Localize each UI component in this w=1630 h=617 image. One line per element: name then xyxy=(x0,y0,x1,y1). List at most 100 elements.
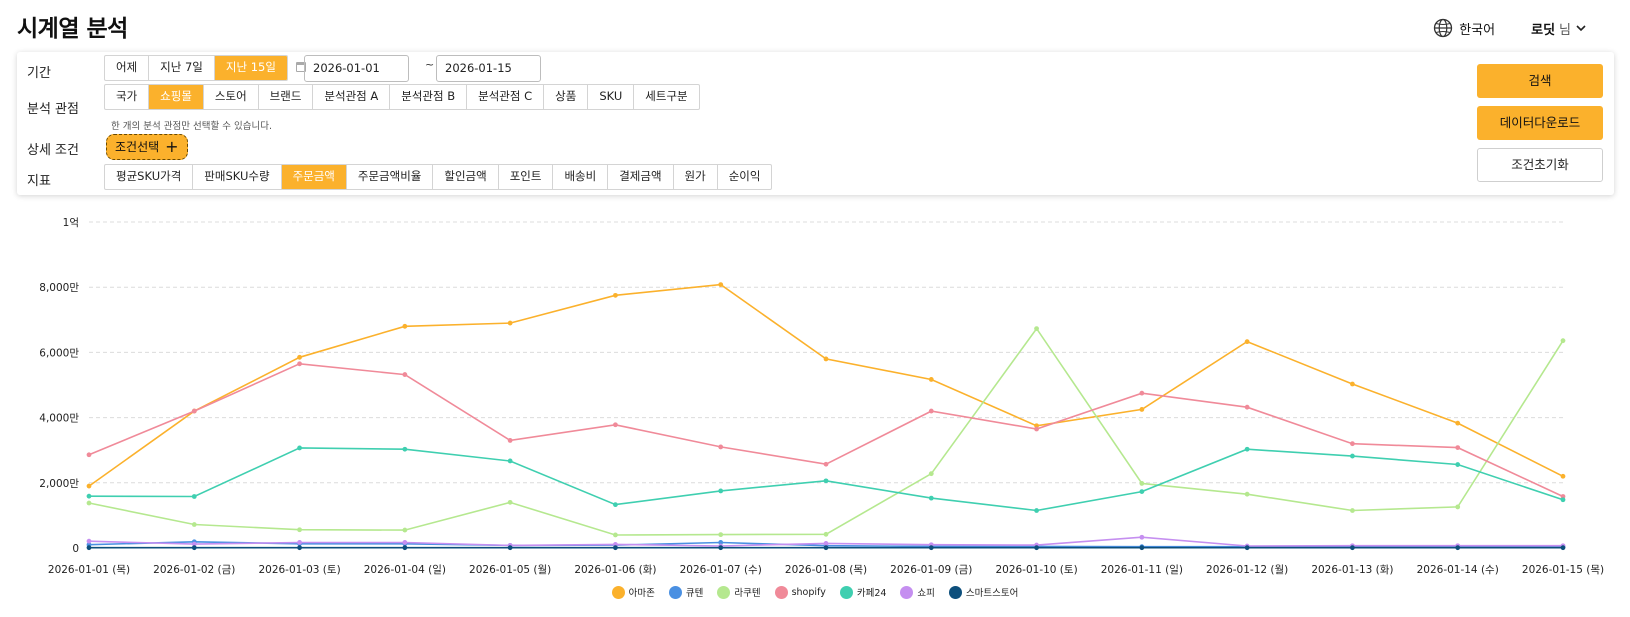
metric-option-discount[interactable]: 할인금액 xyxy=(433,165,499,189)
perspective-option-store[interactable]: 스토어 xyxy=(204,85,259,109)
perspective-option-country[interactable]: 국가 xyxy=(105,85,150,109)
data-point[interactable] xyxy=(823,461,829,467)
data-point[interactable] xyxy=(613,545,618,551)
data-point[interactable] xyxy=(928,545,934,551)
data-point[interactable] xyxy=(1244,545,1250,551)
data-point[interactable] xyxy=(1350,545,1355,551)
period-option-7days[interactable]: 지난 7일 xyxy=(149,56,215,80)
metric-option-order-ratio[interactable]: 주문금액비율 xyxy=(347,165,434,189)
data-point[interactable] xyxy=(1455,462,1461,467)
data-point[interactable] xyxy=(1455,504,1461,510)
perspective-option-a[interactable]: 분석관점 A xyxy=(313,85,391,109)
data-point[interactable] xyxy=(297,354,302,360)
data-point[interactable] xyxy=(297,361,302,367)
data-point[interactable] xyxy=(613,532,618,538)
data-point[interactable] xyxy=(402,446,408,452)
perspective-option-mall[interactable]: 쇼핑몰 xyxy=(149,85,204,109)
metric-option-profit[interactable]: 순이익 xyxy=(718,165,772,189)
data-point[interactable] xyxy=(297,527,302,533)
perspective-option-c[interactable]: 분석관점 C xyxy=(467,85,545,109)
data-point[interactable] xyxy=(928,471,934,477)
legend-item[interactable]: 스마트스토어 xyxy=(948,585,1018,599)
perspective-option-sku[interactable]: SKU xyxy=(588,85,635,109)
legend-item[interactable]: 라쿠텐 xyxy=(717,585,761,599)
data-point[interactable] xyxy=(718,282,724,287)
metric-option-order-amount[interactable]: 주문금액 xyxy=(281,165,347,189)
data-point[interactable] xyxy=(1244,491,1250,497)
metric-option-cost[interactable]: 원가 xyxy=(674,165,718,189)
data-point[interactable] xyxy=(86,538,92,544)
language-selector[interactable]: 한국어 xyxy=(1433,18,1495,38)
data-point[interactable] xyxy=(86,483,92,489)
perspective-option-b[interactable]: 분석관점 B xyxy=(390,85,468,109)
legend-item[interactable]: 카페24 xyxy=(839,585,886,599)
data-point[interactable] xyxy=(402,545,408,551)
data-point[interactable] xyxy=(507,499,513,505)
data-point[interactable] xyxy=(718,488,724,494)
search-button[interactable]: 검색 xyxy=(1477,64,1603,98)
data-point[interactable] xyxy=(823,541,829,546)
data-point[interactable] xyxy=(191,522,197,527)
data-point[interactable] xyxy=(297,445,302,451)
data-point[interactable] xyxy=(1560,497,1566,503)
data-point[interactable] xyxy=(823,545,829,551)
data-point[interactable] xyxy=(86,452,92,458)
data-point[interactable] xyxy=(297,545,302,551)
end-date-input[interactable]: 2026-01-15 xyxy=(436,55,541,82)
data-point[interactable] xyxy=(1455,545,1461,551)
perspective-option-brand[interactable]: 브랜드 xyxy=(259,85,314,109)
data-point[interactable] xyxy=(1244,339,1250,345)
period-option-15days[interactable]: 지난 15일 xyxy=(214,56,287,80)
data-point[interactable] xyxy=(928,377,934,382)
data-point[interactable] xyxy=(823,356,829,362)
data-point[interactable] xyxy=(191,494,197,499)
data-point[interactable] xyxy=(402,372,408,377)
data-point[interactable] xyxy=(297,540,302,545)
data-point[interactable] xyxy=(507,458,513,464)
data-point[interactable] xyxy=(86,500,92,506)
data-point[interactable] xyxy=(613,422,618,428)
metric-option-sku-qty[interactable]: 판매SKU수량 xyxy=(193,165,282,189)
data-point[interactable] xyxy=(1034,426,1039,432)
data-point[interactable] xyxy=(928,495,934,501)
data-point[interactable] xyxy=(1139,390,1145,396)
data-point[interactable] xyxy=(86,493,92,499)
data-point[interactable] xyxy=(1139,489,1145,495)
data-point[interactable] xyxy=(191,408,197,414)
data-point[interactable] xyxy=(402,323,408,329)
data-point[interactable] xyxy=(1560,338,1566,344)
data-point[interactable] xyxy=(507,438,513,443)
data-point[interactable] xyxy=(191,545,197,551)
legend-item[interactable]: shopify xyxy=(774,585,826,599)
data-point[interactable] xyxy=(823,531,829,537)
data-point[interactable] xyxy=(1560,545,1566,551)
data-point[interactable] xyxy=(928,408,934,414)
data-point[interactable] xyxy=(507,545,513,551)
download-button[interactable]: 데이터다운로드 xyxy=(1477,106,1603,140)
data-point[interactable] xyxy=(718,545,724,551)
data-point[interactable] xyxy=(1350,381,1355,387)
data-point[interactable] xyxy=(1350,508,1355,513)
start-date-input[interactable]: 2026-01-01 xyxy=(304,55,409,82)
metric-option-payment[interactable]: 결제금액 xyxy=(608,165,674,189)
data-point[interactable] xyxy=(1034,508,1039,513)
condition-select-button[interactable]: 조건선택 + xyxy=(106,134,188,160)
data-point[interactable] xyxy=(1139,481,1145,486)
data-point[interactable] xyxy=(823,478,829,484)
data-point[interactable] xyxy=(1455,420,1461,426)
legend-item[interactable]: 쇼피 xyxy=(900,585,935,599)
data-point[interactable] xyxy=(1139,545,1145,551)
data-point[interactable] xyxy=(718,444,724,450)
metric-option-shipping[interactable]: 배송비 xyxy=(553,165,609,189)
data-point[interactable] xyxy=(1350,441,1355,447)
user-menu[interactable]: 로딧 님 xyxy=(1531,19,1587,38)
data-point[interactable] xyxy=(507,320,513,326)
period-option-yesterday[interactable]: 어제 xyxy=(105,56,150,80)
legend-item[interactable]: 큐텐 xyxy=(668,585,703,599)
metric-option-avg-sku-price[interactable]: 평균SKU가격 xyxy=(105,165,194,189)
legend-item[interactable]: 아마존 xyxy=(611,585,655,599)
metric-option-point[interactable]: 포인트 xyxy=(499,165,554,189)
data-point[interactable] xyxy=(1034,326,1039,332)
data-point[interactable] xyxy=(86,545,92,551)
data-point[interactable] xyxy=(1139,534,1145,540)
